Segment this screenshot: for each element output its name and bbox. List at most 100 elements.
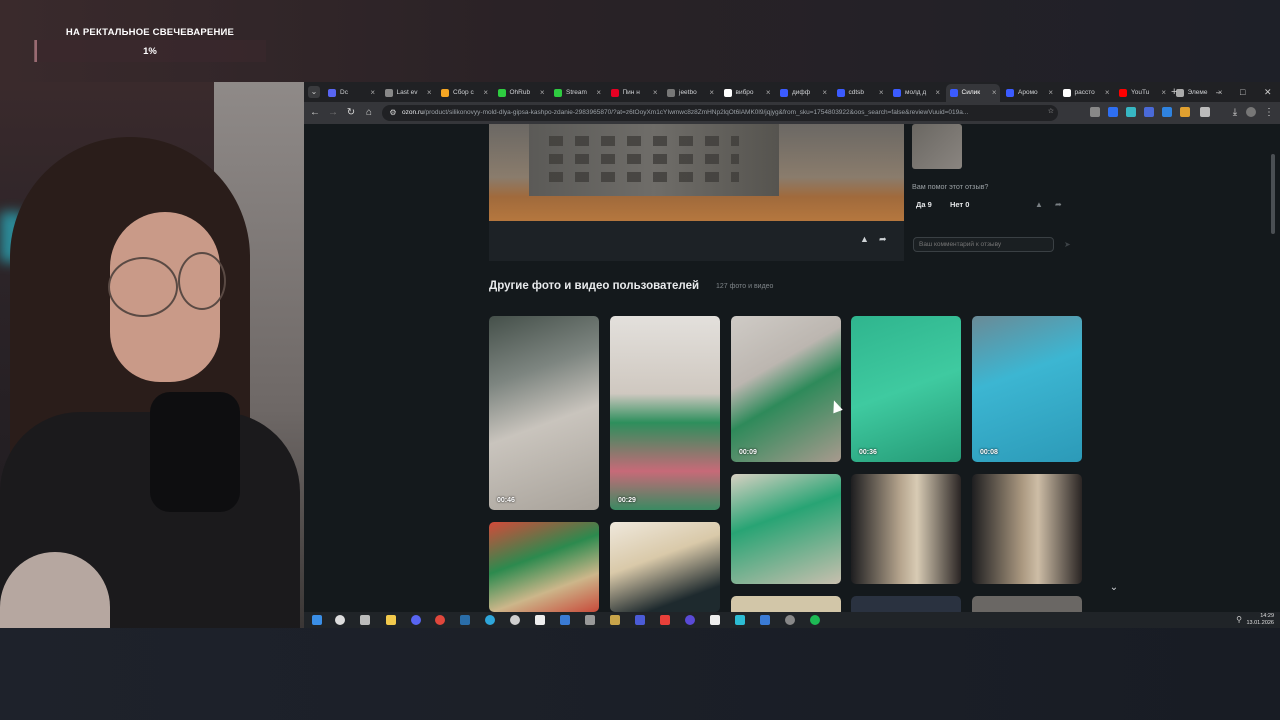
download-icon[interactable]: ⤓ bbox=[1228, 106, 1242, 120]
browser-tab[interactable]: дифф × bbox=[776, 84, 830, 102]
close-tab-icon[interactable]: × bbox=[992, 84, 997, 102]
media-tile[interactable] bbox=[610, 522, 720, 612]
minimize-icon[interactable]: – bbox=[1216, 84, 1221, 100]
extensions-puzzle-icon[interactable] bbox=[1200, 107, 1210, 117]
extension-icon[interactable] bbox=[1144, 107, 1154, 117]
url-text[interactable]: ozon.ru/product/silikonovyy-mold-dlya-gi… bbox=[402, 105, 1012, 121]
close-tab-icon[interactable]: × bbox=[427, 84, 432, 102]
close-tab-icon[interactable]: × bbox=[1048, 84, 1053, 102]
browser-tab[interactable]: Last ev × bbox=[381, 84, 435, 102]
browser-tab[interactable]: YouTu × bbox=[1115, 84, 1169, 102]
send-icon[interactable]: ➤ bbox=[1064, 240, 1071, 249]
extension-icon[interactable] bbox=[1180, 107, 1190, 117]
media-tile[interactable] bbox=[972, 474, 1082, 584]
close-tab-icon[interactable]: × bbox=[483, 84, 488, 102]
extension-icon[interactable] bbox=[1126, 107, 1136, 117]
close-tab-icon[interactable]: × bbox=[822, 84, 827, 102]
spotify-icon[interactable] bbox=[810, 615, 820, 625]
media-tile[interactable]: 00:36 bbox=[851, 316, 961, 462]
search-icon[interactable] bbox=[335, 615, 345, 625]
system-clock[interactable]: 14:29 13.01.2026 bbox=[1246, 613, 1274, 627]
share-icon[interactable]: ➦ bbox=[879, 234, 887, 245]
close-window-icon[interactable]: ✕ bbox=[1264, 84, 1272, 100]
app-icon[interactable] bbox=[635, 615, 645, 625]
review-photo[interactable] bbox=[489, 124, 904, 221]
close-tab-icon[interactable]: × bbox=[653, 84, 658, 102]
extension-icon[interactable] bbox=[1090, 107, 1100, 117]
close-tab-icon[interactable]: × bbox=[596, 84, 601, 102]
bookmark-star-icon[interactable]: ☆ bbox=[1048, 107, 1054, 115]
browser-tab[interactable]: Пин н × bbox=[607, 84, 661, 102]
app-icon[interactable] bbox=[735, 615, 745, 625]
media-tile[interactable] bbox=[731, 596, 841, 612]
browser-tab[interactable]: вибро × bbox=[720, 84, 774, 102]
close-tab-icon[interactable]: × bbox=[1161, 84, 1166, 102]
app-icon[interactable] bbox=[610, 615, 620, 625]
discord-icon[interactable] bbox=[411, 615, 421, 625]
browser-tab[interactable]: Сбор с × bbox=[437, 84, 491, 102]
helpful-no-button[interactable]: Нет 0 bbox=[950, 200, 969, 209]
app-icon[interactable] bbox=[685, 615, 695, 625]
report-icon[interactable]: ▲ bbox=[860, 234, 869, 244]
maximize-icon[interactable]: □ bbox=[1240, 84, 1245, 100]
task-view-icon[interactable] bbox=[360, 615, 370, 625]
close-tab-icon[interactable]: × bbox=[1105, 84, 1110, 102]
browser-tab[interactable]: рассто × bbox=[1059, 84, 1113, 102]
media-tile[interactable]: 00:08 bbox=[972, 316, 1082, 462]
chrome-icon[interactable] bbox=[435, 615, 445, 625]
browser-tab[interactable]: Dc × bbox=[324, 84, 378, 102]
share-icon[interactable]: ➦ bbox=[1055, 200, 1062, 209]
review-thumbnail[interactable] bbox=[912, 124, 962, 169]
home-icon[interactable]: ⌂ bbox=[362, 106, 376, 120]
browser-tab[interactable]: jeetbo × bbox=[663, 84, 717, 102]
steam-icon[interactable] bbox=[460, 615, 470, 625]
media-tile[interactable]: 00:46 bbox=[489, 316, 599, 510]
close-tab-icon[interactable]: × bbox=[879, 84, 884, 102]
app-icon[interactable] bbox=[585, 615, 595, 625]
document-icon[interactable] bbox=[710, 615, 720, 625]
telegram-icon[interactable] bbox=[485, 615, 495, 625]
browser-tab[interactable]: Stream × bbox=[550, 84, 604, 102]
chevron-down-icon[interactable]: ⌄ bbox=[1106, 580, 1122, 596]
address-bar[interactable]: ⚙ ozon.ru/product/silikonovyy-mold-dlya-… bbox=[382, 105, 1058, 121]
report-icon[interactable]: ▲ bbox=[1035, 200, 1043, 209]
site-info-icon[interactable]: ⚙ bbox=[386, 106, 400, 120]
media-tile[interactable] bbox=[731, 474, 841, 584]
app-icon[interactable] bbox=[760, 615, 770, 625]
tab-search-button[interactable]: ⌄ bbox=[308, 86, 320, 98]
close-tab-icon[interactable]: × bbox=[370, 84, 375, 102]
close-tab-icon[interactable]: × bbox=[766, 84, 771, 102]
close-tab-icon[interactable]: × bbox=[935, 84, 940, 102]
new-tab-button[interactable]: + bbox=[1171, 84, 1177, 100]
page-scrollbar[interactable] bbox=[1271, 154, 1275, 234]
back-icon[interactable]: ← bbox=[308, 106, 322, 120]
media-tile[interactable]: 00:09 bbox=[731, 316, 841, 462]
obs-icon[interactable] bbox=[510, 615, 520, 625]
media-tile[interactable] bbox=[851, 596, 961, 612]
comment-input[interactable] bbox=[913, 237, 1054, 252]
browser-tab[interactable]: Силик × bbox=[945, 84, 1000, 102]
close-tab-icon[interactable]: × bbox=[540, 84, 545, 102]
windows-start-icon[interactable] bbox=[312, 615, 322, 625]
browser-tab[interactable]: cdtsb × bbox=[833, 84, 887, 102]
gallery-count[interactable]: 127 фото и видео bbox=[716, 283, 773, 290]
browser-tab[interactable]: Аромо × bbox=[1002, 84, 1056, 102]
notepad-icon[interactable] bbox=[535, 615, 545, 625]
close-tab-icon[interactable]: × bbox=[709, 84, 714, 102]
media-tile[interactable] bbox=[972, 596, 1082, 612]
media-tile[interactable] bbox=[851, 474, 961, 584]
app-icon[interactable] bbox=[785, 615, 795, 625]
helpful-yes-button[interactable]: Да 9 bbox=[916, 200, 932, 209]
profile-avatar[interactable] bbox=[1246, 107, 1256, 117]
app-icon[interactable] bbox=[560, 615, 570, 625]
extension-icon[interactable] bbox=[1162, 107, 1172, 117]
network-icon[interactable]: ⚲ bbox=[1236, 615, 1242, 624]
extension-icon[interactable] bbox=[1108, 107, 1118, 117]
reload-icon[interactable]: ↻ bbox=[344, 106, 358, 120]
forward-icon[interactable]: → bbox=[326, 106, 340, 120]
menu-dots-icon[interactable]: ⋮ bbox=[1262, 106, 1276, 120]
browser-tab[interactable]: молд д × bbox=[889, 84, 943, 102]
file-explorer-icon[interactable] bbox=[386, 615, 396, 625]
media-tile[interactable]: 00:29 bbox=[610, 316, 720, 510]
yandex-icon[interactable] bbox=[660, 615, 670, 625]
